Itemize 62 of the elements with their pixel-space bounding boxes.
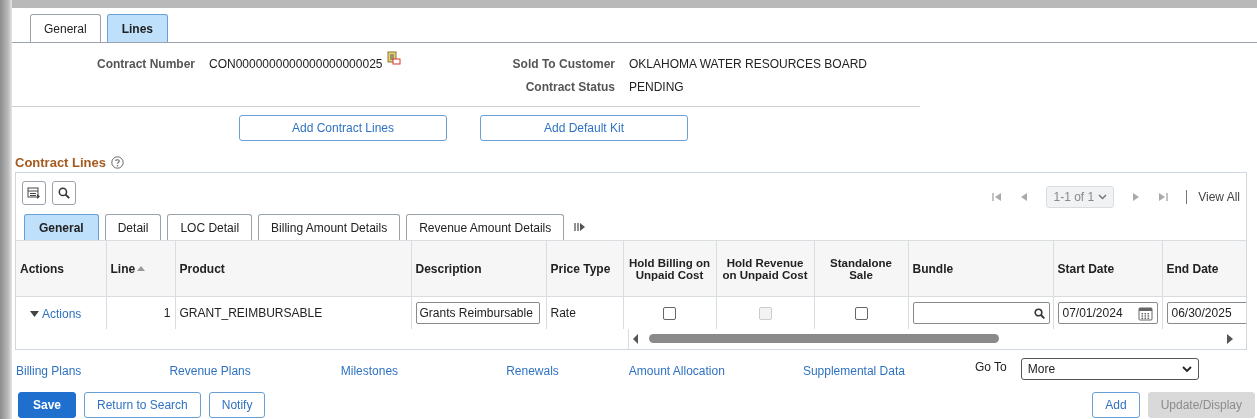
- column-header[interactable]: End Date: [1166, 261, 1219, 276]
- checkbox[interactable]: [854, 306, 868, 320]
- find-button[interactable]: [52, 181, 76, 205]
- grid-tab[interactable]: LOC Detail: [167, 214, 253, 240]
- page-link[interactable]: Milestones: [340, 364, 399, 378]
- personalize-button[interactable]: [22, 181, 46, 205]
- contract-status: PENDING: [628, 80, 685, 94]
- footer-button[interactable]: Add: [1092, 392, 1140, 418]
- column-header[interactable]: Start Date: [1057, 261, 1115, 276]
- grid-tab[interactable]: Detail: [104, 214, 162, 240]
- description-field[interactable]: Grants Reimbursable: [415, 302, 540, 324]
- contract-number: CON0000000000000000000025: [208, 57, 384, 71]
- goto-dropdown[interactable]: More: [1020, 358, 1199, 380]
- next-page-icon[interactable]: [1132, 192, 1141, 202]
- bundle-field[interactable]: [912, 302, 1050, 324]
- document-icon[interactable]: [387, 51, 401, 65]
- chevron-down-icon[interactable]: [1181, 365, 1192, 373]
- column-header[interactable]: Bundle: [912, 261, 954, 276]
- goto-label: Go To: [974, 360, 1007, 374]
- action-button[interactable]: Add Default Kit: [480, 115, 688, 141]
- actions-menu[interactable]: Actions: [20, 306, 82, 321]
- page-link[interactable]: Supplemental Data: [802, 364, 905, 378]
- grid-tab[interactable]: General: [24, 214, 99, 240]
- first-page-icon[interactable]: [992, 192, 1003, 202]
- footer-button[interactable]: Save: [18, 392, 77, 418]
- table-cell-text: 1: [162, 306, 171, 320]
- footer-button[interactable]: Notify: [208, 392, 266, 418]
- field-label: Contract Status: [524, 80, 615, 94]
- show-all-columns-icon[interactable]: [574, 222, 587, 232]
- page-link[interactable]: Amount Allocation: [628, 364, 725, 378]
- caret-icon: [30, 310, 39, 317]
- last-page-icon[interactable]: [1158, 192, 1169, 202]
- action-button[interactable]: Add Contract Lines: [239, 115, 447, 141]
- calendar-icon[interactable]: [1137, 305, 1153, 321]
- view-all-link[interactable]: View All: [1186, 190, 1240, 204]
- column-header[interactable]: Actions: [20, 261, 64, 276]
- previous-page-icon[interactable]: [1020, 192, 1029, 202]
- field-label: Contract Number: [96, 57, 195, 71]
- help-icon[interactable]: [111, 156, 124, 169]
- page-tab[interactable]: Lines: [106, 14, 169, 42]
- date-field[interactable]: 06/30/2025: [1166, 302, 1246, 324]
- checkbox[interactable]: [663, 306, 676, 320]
- customer-name: OKLAHOMA WATER RESOURCES BOARD: [628, 57, 869, 71]
- table-cell: Rate: [550, 306, 576, 320]
- date-field[interactable]: 07/01/2024: [1057, 302, 1158, 324]
- footer-button[interactable]: Return to Search: [84, 392, 201, 418]
- grid-tab[interactable]: Billing Amount Details: [258, 214, 401, 240]
- field-label: Sold To Customer: [511, 57, 615, 71]
- page-link[interactable]: Billing Plans: [16, 364, 82, 378]
- grid-tab[interactable]: Revenue Amount Details: [406, 214, 565, 240]
- search-icon[interactable]: [1033, 307, 1045, 319]
- page-tab[interactable]: General: [30, 14, 101, 42]
- column-header[interactable]: Product: [179, 261, 225, 276]
- column-header[interactable]: Description: [415, 261, 482, 276]
- column-header[interactable]: Line: [110, 261, 136, 276]
- table-settings-icon[interactable]: [27, 187, 41, 199]
- page-link[interactable]: Revenue Plans: [169, 364, 251, 378]
- table-cell: GRANT_REIMBURSABLE: [179, 306, 323, 320]
- search-icon[interactable]: [58, 187, 70, 199]
- sort-ascending-icon[interactable]: [137, 266, 146, 271]
- section-title: Contract Lines: [15, 155, 106, 170]
- page-link[interactable]: Renewals: [506, 364, 559, 378]
